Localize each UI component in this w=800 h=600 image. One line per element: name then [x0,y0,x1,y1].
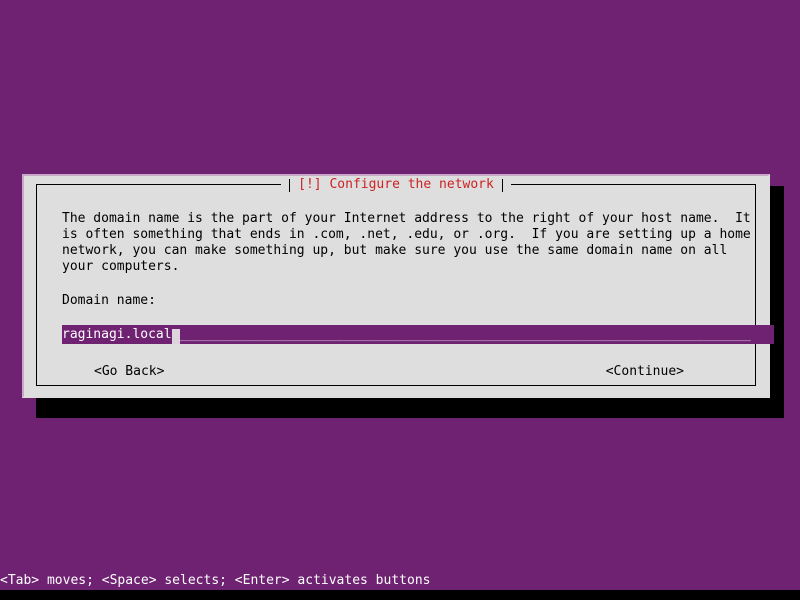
terminal-screen: [!] Configure the network The domain nam… [0,0,800,600]
text-cursor [171,329,180,344]
domain-name-label: Domain name: [62,293,156,308]
configure-network-dialog: [!] Configure the network The domain nam… [22,174,774,398]
domain-name-input-value: raginagi.local [62,327,172,342]
dialog-button-row: <Go Back> <Continue> [62,363,746,381]
bottom-filler-bar [0,590,800,600]
domain-name-input[interactable]: raginagi.local __________________________… [62,325,774,344]
continue-button[interactable]: <Continue> [606,363,684,381]
domain-name-input-fill: ________________________________________… [179,327,751,342]
dialog-description-text: The domain name is the part of your Inte… [62,211,751,274]
dialog-content: The domain name is the part of your Inte… [62,211,774,379]
go-back-button[interactable]: <Go Back> [94,363,164,381]
keyboard-help-bar: <Tab> moves; <Space> selects; <Enter> ac… [0,572,800,590]
